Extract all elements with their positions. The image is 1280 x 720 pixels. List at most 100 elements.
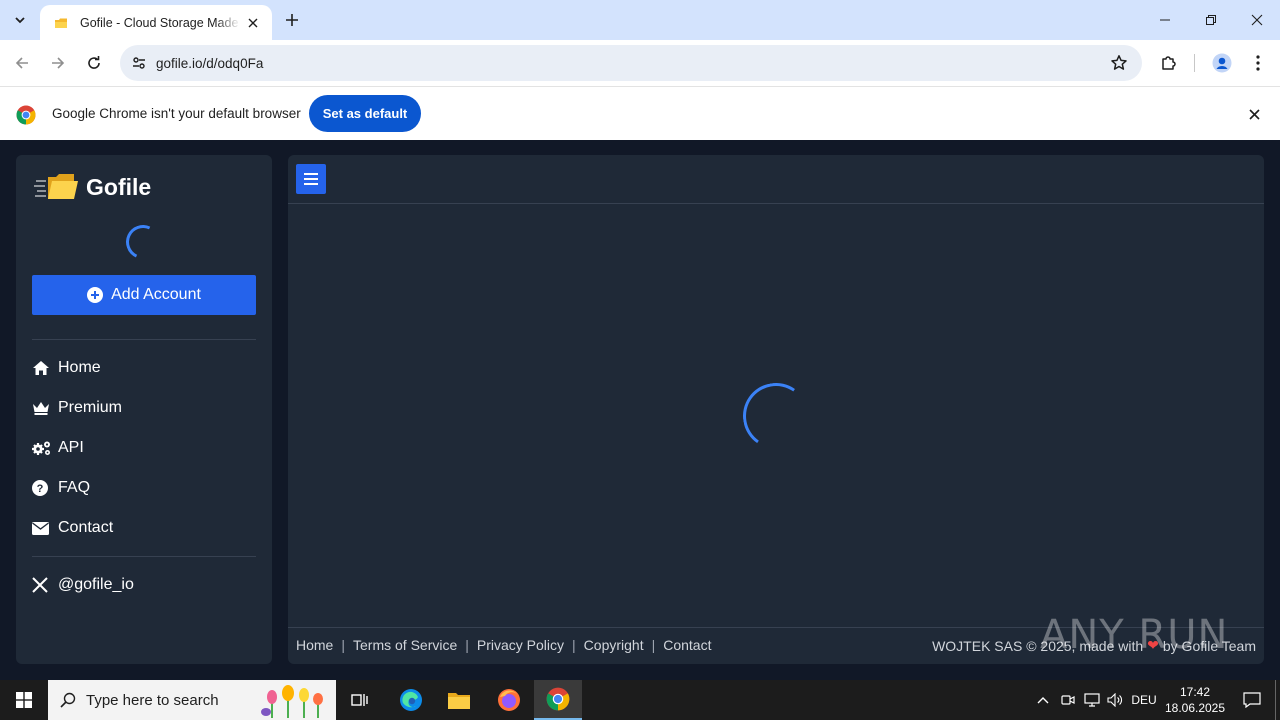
window-close-button[interactable] bbox=[1234, 0, 1280, 40]
envelope-icon bbox=[32, 521, 52, 535]
chevron-down-icon bbox=[15, 17, 25, 24]
x-logo-icon bbox=[32, 577, 52, 593]
minimize-button[interactable] bbox=[1142, 0, 1188, 40]
windows-logo-icon bbox=[16, 692, 32, 708]
main-header-divider bbox=[288, 203, 1264, 204]
windows-taskbar: Type here to search DEU 17:42 18.06.2025 bbox=[0, 680, 1280, 720]
tray-language[interactable]: DEU bbox=[1128, 680, 1160, 720]
footer-separator: | bbox=[341, 637, 345, 653]
firefox-icon bbox=[498, 689, 520, 711]
plus-icon bbox=[286, 14, 298, 26]
task-view-icon bbox=[351, 694, 368, 706]
back-button[interactable] bbox=[8, 49, 36, 77]
taskbar-firefox[interactable] bbox=[485, 680, 533, 720]
tray-overflow-button[interactable] bbox=[1034, 680, 1052, 720]
home-icon bbox=[32, 360, 52, 376]
notification-center-button[interactable] bbox=[1234, 680, 1270, 720]
sidebar-item-label: FAQ bbox=[58, 479, 91, 496]
new-tab-button[interactable] bbox=[280, 8, 304, 32]
footer-link-privacy[interactable]: Privacy Policy bbox=[477, 637, 564, 653]
profile-button[interactable] bbox=[1210, 51, 1234, 75]
add-account-button[interactable]: Add Account bbox=[32, 275, 256, 315]
profile-icon bbox=[1212, 53, 1232, 73]
search-icon bbox=[60, 692, 76, 708]
address-bar[interactable]: gofile.io/d/odq0Fa bbox=[120, 45, 1142, 81]
sidebar-item-home[interactable]: Home bbox=[32, 356, 101, 380]
task-view-button[interactable] bbox=[336, 680, 384, 720]
sidebar-item-twitter[interactable]: @gofile_io bbox=[32, 573, 134, 597]
footer-separator: | bbox=[572, 637, 576, 653]
tray-network[interactable] bbox=[1082, 680, 1102, 720]
footer-link-home[interactable]: Home bbox=[296, 637, 333, 653]
add-account-label: Add Account bbox=[111, 286, 201, 303]
taskbar-chrome[interactable] bbox=[534, 680, 582, 720]
browser-toolbar: gofile.io/d/odq0Fa bbox=[0, 40, 1280, 86]
chrome-menu-button[interactable] bbox=[1246, 51, 1270, 75]
footer-links: Home | Terms of Service | Privacy Policy… bbox=[296, 637, 711, 653]
tray-volume[interactable] bbox=[1104, 680, 1126, 720]
sidebar-divider bbox=[32, 339, 256, 340]
hamburger-icon bbox=[304, 173, 318, 185]
gofile-logo[interactable]: Gofile bbox=[34, 171, 151, 203]
reload-button[interactable] bbox=[80, 49, 108, 77]
edge-icon bbox=[400, 689, 422, 711]
sidebar-item-contact[interactable]: Contact bbox=[32, 516, 113, 540]
plus-circle-icon bbox=[87, 287, 104, 303]
footer-link-copyright[interactable]: Copyright bbox=[584, 637, 644, 653]
chevron-up-icon bbox=[1037, 697, 1049, 704]
main-panel: Home | Terms of Service | Privacy Policy… bbox=[288, 155, 1264, 664]
sidebar-item-label: @gofile_io bbox=[58, 576, 134, 593]
camera-icon bbox=[1061, 695, 1075, 705]
start-button[interactable] bbox=[0, 680, 48, 720]
url-text[interactable]: gofile.io/d/odq0Fa bbox=[156, 56, 263, 71]
restore-button[interactable] bbox=[1188, 0, 1234, 40]
close-icon[interactable] bbox=[244, 14, 262, 32]
infobar-message: Google Chrome isn't your default browser bbox=[52, 106, 301, 121]
show-desktop-button[interactable] bbox=[1275, 680, 1276, 720]
close-icon bbox=[1248, 108, 1260, 120]
sidebar-item-label: Premium bbox=[58, 399, 123, 416]
tab-title: Gofile - Cloud Storage Made Simple bbox=[80, 15, 240, 30]
sidebar-item-faq[interactable]: ? FAQ bbox=[32, 476, 90, 500]
footer-separator: | bbox=[651, 637, 656, 653]
taskbar-edge[interactable] bbox=[387, 680, 435, 720]
svg-text:?: ? bbox=[37, 483, 44, 495]
tab-search-button[interactable] bbox=[6, 7, 34, 33]
volume-icon bbox=[1107, 693, 1122, 707]
taskbar-file-explorer[interactable] bbox=[435, 680, 483, 720]
gofile-page: Gofile Add Account Home Premium API ? FA… bbox=[0, 140, 1280, 680]
restore-icon bbox=[1206, 15, 1216, 25]
browser-tab-active[interactable]: Gofile - Cloud Storage Made Simple bbox=[40, 5, 272, 40]
gofile-favicon-icon bbox=[54, 15, 70, 31]
gofile-folder-logo-icon bbox=[34, 174, 78, 199]
footer-link-contact[interactable]: Contact bbox=[663, 637, 711, 653]
toolbar-separator bbox=[1194, 54, 1195, 72]
close-icon bbox=[1251, 14, 1263, 26]
hamburger-menu-button[interactable] bbox=[296, 164, 326, 194]
puzzle-icon bbox=[1162, 56, 1176, 70]
sidebar: Gofile Add Account Home Premium API ? FA… bbox=[16, 155, 272, 664]
anyrun-watermark: ANY RUN bbox=[1040, 612, 1228, 658]
sidebar-item-api[interactable]: API bbox=[32, 436, 84, 460]
bookmark-star-icon[interactable] bbox=[1110, 54, 1128, 72]
folder-icon bbox=[448, 693, 470, 709]
crown-icon bbox=[32, 400, 52, 416]
tulips-illustration-icon bbox=[261, 685, 323, 718]
account-loading-spinner bbox=[121, 220, 165, 264]
tray-meet-now[interactable] bbox=[1058, 680, 1078, 720]
reload-icon bbox=[88, 56, 100, 69]
taskbar-search-box[interactable]: Type here to search bbox=[48, 680, 336, 720]
set-as-default-button[interactable]: Set as default bbox=[309, 95, 421, 132]
sidebar-item-premium[interactable]: Premium bbox=[32, 396, 122, 420]
default-browser-infobar: Google Chrome isn't your default browser… bbox=[0, 86, 1280, 140]
sidebar-item-label: API bbox=[58, 439, 84, 456]
site-settings-icon[interactable] bbox=[122, 55, 156, 71]
more-vertical-icon bbox=[1256, 55, 1260, 71]
forward-button[interactable] bbox=[44, 49, 72, 77]
sidebar-item-label: Home bbox=[58, 359, 101, 376]
extensions-button[interactable] bbox=[1157, 51, 1181, 75]
footer-link-terms[interactable]: Terms of Service bbox=[353, 637, 457, 653]
taskbar-clock[interactable]: 17:42 18.06.2025 bbox=[1160, 684, 1230, 716]
infobar-close-button[interactable] bbox=[1244, 104, 1264, 124]
arrow-left-icon bbox=[15, 57, 28, 69]
